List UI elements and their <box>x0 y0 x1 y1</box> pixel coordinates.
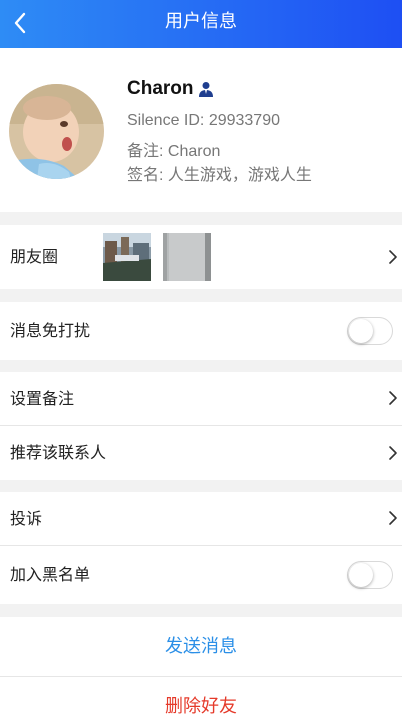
recommend-label: 推荐该联系人 <box>10 443 107 462</box>
toggle-knob <box>349 319 373 343</box>
signature-text: 签名: 人生游戏，游戏人生 <box>127 167 312 184</box>
moments-row[interactable]: 朋友圈 <box>0 225 402 289</box>
chevron-right-icon <box>389 511 397 525</box>
avatar-image <box>9 84 104 179</box>
page-title: 用户信息 <box>165 11 237 32</box>
avatar[interactable] <box>9 84 104 179</box>
toggle-knob <box>349 563 373 587</box>
moments-label: 朋友圈 <box>10 247 59 266</box>
chevron-right-icon <box>389 446 397 460</box>
profile-name: Charon <box>127 78 194 99</box>
nav-bar: 用户信息 <box>0 0 402 48</box>
silence-id: Silence ID: 29933790 <box>127 112 280 129</box>
blacklist-label: 加入黑名单 <box>10 565 91 584</box>
dnd-label: 消息免打扰 <box>10 321 91 340</box>
moments-thumb-1[interactable] <box>103 233 151 281</box>
chevron-right-icon <box>389 391 397 405</box>
dnd-toggle[interactable] <box>347 317 393 345</box>
user-icon <box>198 81 214 97</box>
profile-card: Charon Silence ID: 29933790 备注: Charon 签… <box>0 48 402 212</box>
blacklist-toggle[interactable] <box>347 561 393 589</box>
remark-text: 备注: Charon <box>127 143 221 160</box>
blacklist-row: 加入黑名单 <box>0 546 402 604</box>
complain-row[interactable]: 投诉 <box>0 492 402 545</box>
send-message-button[interactable]: 发送消息 <box>0 617 402 676</box>
name-row: Charon <box>127 78 214 100</box>
set-remark-row[interactable]: 设置备注 <box>0 372 402 425</box>
recommend-row[interactable]: 推荐该联系人 <box>0 426 402 480</box>
dnd-row: 消息免打扰 <box>0 302 402 360</box>
moments-thumb-2[interactable] <box>163 233 211 281</box>
delete-friend-button[interactable]: 删除好友 <box>0 677 402 716</box>
chevron-right-icon <box>389 250 397 264</box>
set-remark-label: 设置备注 <box>10 389 75 408</box>
complain-label: 投诉 <box>10 509 43 528</box>
